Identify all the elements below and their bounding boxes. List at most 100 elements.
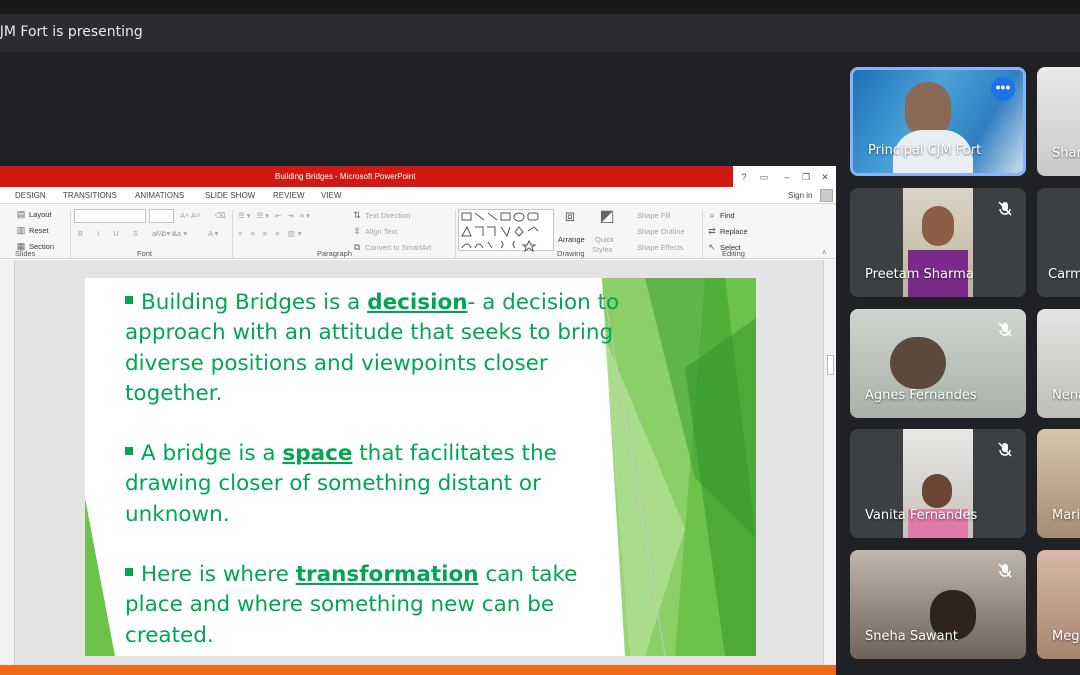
bullet-keyword: transformation [295,562,479,587]
presenter-bar: CJM Fort is presenting [0,14,1080,52]
find-icon: ⌕ [709,210,715,220]
bullet-text: A bridge is a [141,441,283,466]
grow-font-icon[interactable]: A˄ A˅ [180,211,200,220]
shared-screen: Building Bridges - Microsoft PowerPoint … [0,166,836,675]
participant-tile[interactable]: Agnes Fernandes [850,309,1026,418]
mic-off-icon [998,322,1012,337]
replace-icon: ⇄ [708,226,716,236]
mic-off-icon [998,563,1012,578]
more-options-icon[interactable]: ••• [991,77,1015,101]
participant-name-partial: Nena [1052,388,1080,403]
char-spacing-icon[interactable]: AV ▾ Aa ▾ [155,229,187,238]
window-controls: ? ▭ – ❐ ✕ [733,166,836,187]
scrollbar-thumb[interactable] [827,355,834,375]
group-font-label: Font [137,249,153,258]
font-name-field[interactable] [74,209,146,223]
bullet-keyword: decision [367,290,468,315]
sign-in-link[interactable]: Sign in [788,191,812,200]
arrange-button[interactable]: Arrange [558,235,585,244]
slide-canvas[interactable]: Building Bridges is a decision- a decisi… [85,278,756,656]
tab-slide-show[interactable]: SLIDE SHOW [205,191,255,200]
shape-outline-button[interactable]: Shape Outline [637,227,685,236]
align-text-button[interactable]: Align Text [365,227,397,236]
help-icon[interactable]: ? [738,171,750,183]
group-paragraph-label: Paragraph [317,249,353,258]
participant-tile-partial[interactable]: Nena [1037,309,1080,418]
shape-effects-button[interactable]: Shape Effects [637,243,684,252]
bullet-keyword: space [282,441,353,466]
bullet-text: Building Bridges is a [141,290,368,315]
slide-editor: Building Bridges is a decision- a decisi… [0,260,836,675]
tab-transitions[interactable]: TRANSITIONS [63,191,117,200]
replace-button[interactable]: Replace [720,227,748,236]
participant-name-partial: Meg [1052,629,1080,644]
group-editing-label: Editing [722,249,745,258]
participant-name-partial: Shar [1052,146,1080,161]
group-slides-label: Slides [15,249,36,258]
participant-name-partial: Mari [1052,508,1080,523]
font-color-icon[interactable]: A ▾ [208,229,218,238]
tab-animations[interactable]: ANIMATIONS [135,191,184,200]
ppt-status-bar [0,665,836,675]
bullet-square-icon [125,447,133,455]
tab-design[interactable]: DESIGN [15,191,46,200]
participant-name: Vanita Fernandes [865,508,978,523]
vertical-scrollbar[interactable] [823,260,836,665]
participant-tile-partial[interactable]: Carm [1037,188,1080,297]
font-size-field[interactable] [149,209,174,223]
layout-button[interactable]: Layout [29,210,52,219]
ribbon-separator [232,210,233,258]
participant-name-partial: Carm [1048,267,1080,282]
minimize-icon[interactable]: – [781,171,793,183]
text-direction-button[interactable]: Text Direction [365,211,410,220]
ribbon-tabs: DESIGN TRANSITIONS ANIMATIONS SLIDE SHOW… [0,187,836,204]
shapes-gallery[interactable] [458,209,554,253]
participant-tile-partial[interactable]: Meg [1037,550,1080,659]
mic-off-icon [998,201,1012,216]
bullet-text: Here is where [141,562,296,587]
arrange-icon: ⧈ [564,208,576,225]
user-avatar-icon[interactable] [820,189,833,202]
participant-name: Principal CJM Fort [868,143,982,158]
collapse-ribbon-icon[interactable]: ˄ [822,248,826,257]
list-icons[interactable]: ☰▾ ☰▾ ⇤ ⇥ ≡▾ [238,211,312,220]
ribbon-separator [455,210,456,258]
quick-styles-icon: ◩ [599,208,615,225]
tab-review[interactable]: REVIEW [273,191,305,200]
restore-icon[interactable]: ❐ [800,171,812,183]
group-drawing-label: Drawing [557,249,585,258]
participant-tile-partial[interactable]: Shar [1037,67,1080,176]
slide-bullet-decision: Building Bridges is a decision- a decisi… [125,288,625,410]
ribbon-display-icon[interactable]: ▭ [758,171,770,183]
thumbnail-scrollbar[interactable] [0,260,15,665]
text-direction-icon: ⇅ [353,210,361,220]
ribbon: ▤ Layout ▥ Reset ▦ Section Slides A˄ A˅ … [0,204,836,259]
close-icon[interactable]: ✕ [819,171,831,183]
participant-tile[interactable]: Vanita Fernandes [850,429,1026,538]
top-strip [0,0,1080,14]
clear-format-icon[interactable]: ⌫ [215,211,226,220]
tab-view[interactable]: VIEW [321,191,341,200]
quick-styles-button[interactable]: Quick [595,235,614,244]
find-button[interactable]: Find [720,211,735,220]
quick-styles-button-line2[interactable]: Styles [592,245,612,254]
align-icons[interactable]: ≡ ≡ ≡ ≡ ▥▾ [238,229,305,238]
slide-bullet-transformation: Here is where transformation can take pl… [125,560,625,651]
convert-smartart-button[interactable]: Convert to SmartArt [365,243,431,252]
smartart-icon: ⧉ [353,242,361,252]
ribbon-separator [70,210,71,258]
ribbon-separator [702,210,703,258]
participant-tile-partial[interactable]: Mari [1037,429,1080,538]
participant-face [922,206,954,246]
ppt-window-title: Building Bridges - Microsoft PowerPoint [275,172,416,181]
reset-button[interactable]: Reset [29,226,49,235]
participant-tile[interactable]: Preetam Sharma [850,188,1026,297]
reset-icon: ▥ [16,225,26,235]
slide-bullet-space: A bridge is a space that facilitates the… [125,439,625,530]
ppt-titlebar: Building Bridges - Microsoft PowerPoint … [0,166,836,187]
select-icon: ↖ [708,242,716,252]
participant-name: Preetam Sharma [865,267,974,282]
shape-fill-button[interactable]: Shape Fill [637,211,670,220]
participant-tile[interactable]: ••• Principal CJM Fort [850,67,1026,176]
participant-tile[interactable]: Sneha Sawant [850,550,1026,659]
